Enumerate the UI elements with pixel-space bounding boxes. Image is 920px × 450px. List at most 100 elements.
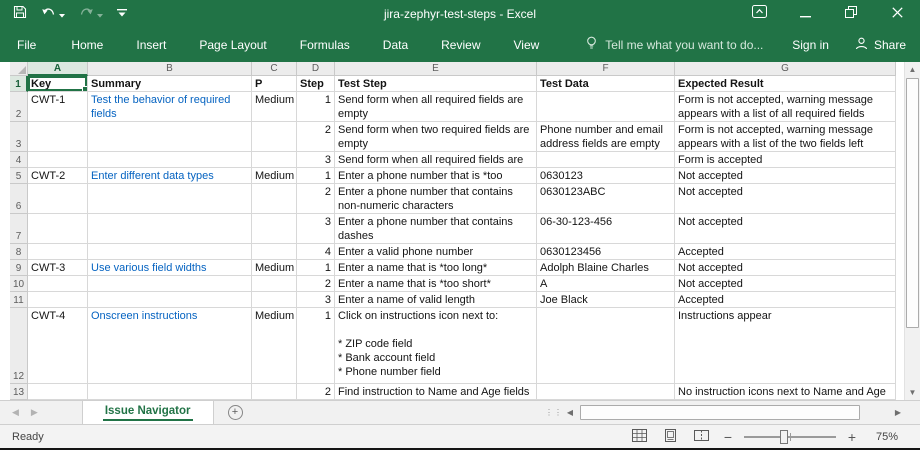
zoom-slider-thumb[interactable]: [780, 430, 788, 444]
tab-home[interactable]: Home: [58, 28, 116, 62]
cell-step-id[interactable]: 2: [297, 276, 335, 292]
scroll-right-icon[interactable]: ▶: [890, 408, 906, 417]
cell-expected-result[interactable]: Expected Result: [675, 76, 896, 92]
cell-step-id[interactable]: 1: [297, 92, 335, 122]
cell-expected-result[interactable]: Form is accepted: [675, 152, 896, 168]
cell-summary[interactable]: [88, 384, 252, 400]
cell-test-data[interactable]: 0630123ABC: [537, 184, 675, 214]
page-break-preview-button[interactable]: [690, 427, 712, 447]
tab-file[interactable]: File: [2, 28, 51, 62]
cell-key[interactable]: [28, 244, 88, 260]
vertical-scrollbar[interactable]: ▲ ▼: [904, 62, 920, 400]
zoom-in-button[interactable]: +: [845, 429, 859, 445]
cell-priority[interactable]: Medium: [252, 168, 297, 184]
row-number[interactable]: 1: [10, 76, 28, 92]
cell-test-data[interactable]: [537, 308, 675, 384]
cell-key[interactable]: CWT-1: [28, 92, 88, 122]
restore-button[interactable]: [828, 0, 874, 28]
sheet-tab-issue-navigator[interactable]: Issue Navigator: [82, 401, 214, 424]
cell-summary[interactable]: [88, 244, 252, 260]
cell-test-step[interactable]: Enter a name that is *too long*: [335, 260, 537, 276]
cell-step-id[interactable]: 1: [297, 260, 335, 276]
cell-test-data[interactable]: Adolph Blaine Charles David: [537, 260, 675, 276]
cell-expected-result[interactable]: Instructions appear: [675, 308, 896, 384]
page-layout-view-button[interactable]: [659, 427, 681, 447]
cell-step-id[interactable]: 2: [297, 384, 335, 400]
customize-quick-access-button[interactable]: [111, 0, 133, 28]
cell-key[interactable]: [28, 214, 88, 244]
tab-splitter-handle[interactable]: ⋮⋮: [545, 408, 563, 417]
tab-data[interactable]: Data: [370, 28, 421, 62]
sheet-next-icon[interactable]: ▶: [31, 407, 38, 418]
cell-summary[interactable]: [88, 122, 252, 152]
scroll-down-icon[interactable]: ▼: [905, 385, 920, 400]
tab-page-layout[interactable]: Page Layout: [186, 28, 279, 62]
scroll-left-icon[interactable]: ◀: [562, 408, 578, 417]
cell-key[interactable]: [28, 152, 88, 168]
column-header-b[interactable]: B: [88, 62, 252, 76]
cell-expected-result[interactable]: Form is not accepted, warning message ap…: [675, 122, 896, 152]
cell-test-data[interactable]: 0630123456: [537, 244, 675, 260]
normal-view-button[interactable]: [628, 427, 650, 447]
cell-expected-result[interactable]: Not accepted: [675, 184, 896, 214]
cell-summary[interactable]: Use various field widths: [88, 260, 252, 276]
cell-test-data[interactable]: [537, 384, 675, 400]
row-number[interactable]: 13: [10, 384, 28, 400]
cell-step-id[interactable]: 1: [297, 168, 335, 184]
cell-step-id[interactable]: 1: [297, 308, 335, 384]
cell-expected-result[interactable]: Not accepted: [675, 168, 896, 184]
cell-key[interactable]: [28, 122, 88, 152]
cell-step-id[interactable]: 2: [297, 184, 335, 214]
cell-test-step[interactable]: Send form when all required fields are: [335, 152, 537, 168]
cell-key[interactable]: [28, 276, 88, 292]
cell-summary[interactable]: Enter different data types: [88, 168, 252, 184]
cell-expected-result[interactable]: Not accepted: [675, 276, 896, 292]
cell-priority[interactable]: [252, 384, 297, 400]
cell-priority[interactable]: [252, 244, 297, 260]
cell-test-step[interactable]: Enter a valid phone number: [335, 244, 537, 260]
sheet-prev-icon[interactable]: ◀: [12, 407, 19, 418]
row-number[interactable]: 9: [10, 260, 28, 276]
tab-review[interactable]: Review: [428, 28, 493, 62]
cell-summary[interactable]: [88, 152, 252, 168]
row-number[interactable]: 7: [10, 214, 28, 244]
sign-in-button[interactable]: Sign in: [792, 38, 829, 52]
cell-priority[interactable]: Medium: [252, 92, 297, 122]
cell-expected-result[interactable]: Not accepted: [675, 214, 896, 244]
zoom-slider[interactable]: [744, 430, 836, 444]
cell-test-data[interactable]: Joe Black: [537, 292, 675, 308]
cell-test-step[interactable]: Enter a phone number that contains dashe…: [335, 214, 537, 244]
cell-expected-result[interactable]: Accepted: [675, 292, 896, 308]
row-number[interactable]: 6: [10, 184, 28, 214]
cell-test-data[interactable]: 06-30-123-456: [537, 214, 675, 244]
redo-button[interactable]: [73, 0, 109, 28]
cell-test-step[interactable]: Click on instructions icon next to: * ZI…: [335, 308, 537, 384]
zoom-level-label[interactable]: 75%: [868, 431, 898, 443]
cell-test-data[interactable]: Phone number and email address fields ar…: [537, 122, 675, 152]
cell-step-id[interactable]: 3: [297, 214, 335, 244]
cell-test-step[interactable]: Enter a phone number that is *too short*: [335, 168, 537, 184]
cell-summary[interactable]: Summary: [88, 76, 252, 92]
vertical-scrollbar-thumb[interactable]: [906, 78, 919, 328]
cell-test-step[interactable]: Test Step: [335, 76, 537, 92]
cell-summary[interactable]: [88, 292, 252, 308]
column-header-g[interactable]: G: [675, 62, 896, 76]
cell-key[interactable]: [28, 292, 88, 308]
cell-key[interactable]: CWT-4: [28, 308, 88, 384]
cell-summary[interactable]: Onscreen instructions: [88, 308, 252, 384]
horizontal-scrollbar[interactable]: ◀ ▶: [562, 404, 906, 421]
tell-me-box[interactable]: Tell me what you want to do...: [585, 36, 763, 54]
column-header-f[interactable]: F: [537, 62, 675, 76]
cell-test-step[interactable]: Find instruction to Name and Age fields: [335, 384, 537, 400]
cell-key[interactable]: CWT-2: [28, 168, 88, 184]
cell-test-step[interactable]: Enter a name that is *too short*: [335, 276, 537, 292]
cell-priority[interactable]: [252, 292, 297, 308]
cell-test-step[interactable]: Enter a name of valid length: [335, 292, 537, 308]
row-number[interactable]: 11: [10, 292, 28, 308]
cell-key[interactable]: [28, 384, 88, 400]
cell-step-id[interactable]: 3: [297, 152, 335, 168]
cell-summary[interactable]: [88, 214, 252, 244]
tab-view[interactable]: View: [501, 28, 553, 62]
cell-key[interactable]: Key: [28, 76, 88, 92]
cell-priority[interactable]: [252, 152, 297, 168]
